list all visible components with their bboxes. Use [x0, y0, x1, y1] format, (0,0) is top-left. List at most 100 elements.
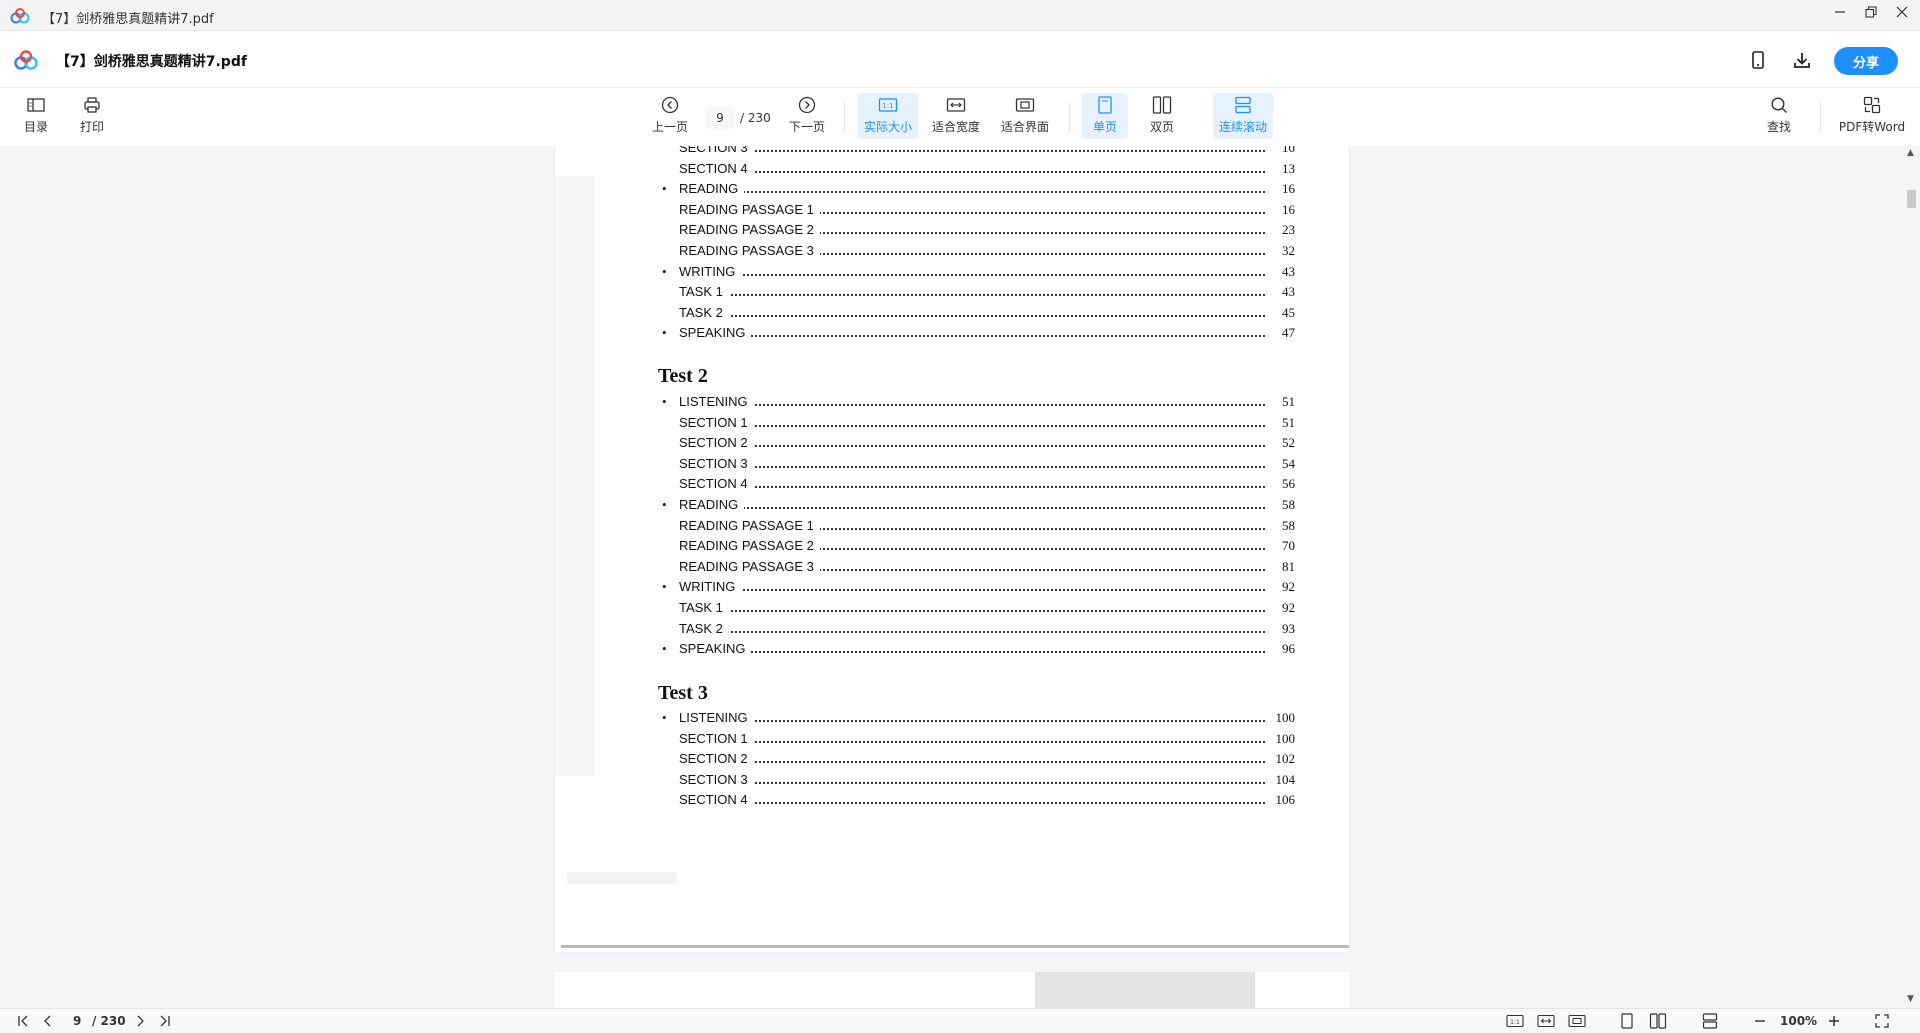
- page-edge-shadow: [561, 945, 1349, 948]
- pdf-to-word-button[interactable]: PDF转Word: [1836, 93, 1908, 139]
- download-button[interactable]: [1790, 48, 1814, 72]
- print-button[interactable]: 打印: [74, 93, 110, 139]
- status-fit-width-button[interactable]: [1537, 1013, 1555, 1029]
- svg-text:1:1: 1:1: [882, 102, 893, 110]
- scan-smudge: [1035, 972, 1255, 1008]
- app-logo-icon: [10, 8, 30, 24]
- prev-page-status-button[interactable]: [40, 1013, 56, 1029]
- document-header: 【7】剑桥雅思真题精讲7.pdf 分享: [0, 31, 1920, 88]
- toc-entry-page: 81: [1282, 558, 1295, 574]
- toc-row: TASK 2 45: [555, 304, 1349, 322]
- actual-size-label: 实际大小: [863, 120, 912, 134]
- close-window-button[interactable]: [1886, 0, 1918, 24]
- next-page-status-button[interactable]: [132, 1013, 148, 1029]
- last-page-button[interactable]: [156, 1013, 172, 1029]
- minimize-icon: [1835, 11, 1845, 13]
- toc-row: SECTION 4 56: [555, 476, 1349, 493]
- app-logo-icon: [14, 50, 38, 70]
- toc-entry-page: 102: [1275, 751, 1296, 767]
- find-label: 查找: [1766, 120, 1791, 134]
- status-fit-page-button[interactable]: [1568, 1013, 1586, 1029]
- status-current-page[interactable]: 9: [73, 1014, 81, 1028]
- toc-leader-dots: [679, 170, 1265, 173]
- document-viewer[interactable]: SECTION 3 10 SECTION 4 13 • READING 16 READING …: [0, 146, 1903, 1008]
- last-page-icon: [160, 1015, 170, 1027]
- fullscreen-button[interactable]: [1874, 1013, 1890, 1029]
- toc-row: SECTION 3 10: [555, 146, 1349, 157]
- status-single-page-button[interactable]: [1618, 1013, 1636, 1029]
- share-button[interactable]: 分享: [1834, 47, 1898, 75]
- toc-entry-label: READING PASSAGE 2: [679, 222, 820, 238]
- next-page-button[interactable]: 下一页: [785, 93, 829, 139]
- fit-width-button[interactable]: 适合宽度: [926, 93, 986, 139]
- toc-leader-dots: [679, 761, 1265, 764]
- svg-text:1:1: 1:1: [1510, 1019, 1520, 1026]
- fit-page-icon: [1015, 98, 1035, 112]
- bullet-icon: •: [662, 325, 667, 341]
- zoom-out-button[interactable]: [1752, 1013, 1768, 1029]
- continuous-scroll-icon: [1702, 1013, 1718, 1029]
- continuous-scroll-icon: [1235, 96, 1251, 114]
- two-page-button[interactable]: 双页: [1139, 93, 1185, 139]
- single-page-icon: [1098, 96, 1112, 114]
- toc-row: READING PASSAGE 2 70: [555, 538, 1349, 555]
- toc-entry-label: SECTION 4: [679, 792, 754, 808]
- scrollbar-thumb[interactable]: [1907, 190, 1916, 208]
- toc-entry-label: TASK 2: [679, 304, 729, 320]
- bullet-icon: •: [662, 497, 667, 512]
- toc-entry-label: READING PASSAGE 2: [679, 538, 820, 554]
- status-total-pages: / 230: [92, 1014, 126, 1028]
- pdf-page-next: [555, 972, 1349, 1008]
- zoom-in-button[interactable]: [1826, 1013, 1842, 1029]
- download-icon: [1794, 53, 1810, 68]
- toc-entry-page: 32: [1282, 243, 1295, 258]
- toc-entry-page: 100: [1275, 710, 1296, 725]
- toc-leader-dots: [679, 314, 1265, 317]
- mobile-view-button[interactable]: [1746, 48, 1770, 72]
- status-actual-size-button[interactable]: 1:1: [1506, 1013, 1524, 1029]
- scroll-up-icon[interactable]: ▲: [1907, 148, 1914, 158]
- toolbar-divider: [1820, 102, 1821, 132]
- vertical-scrollbar[interactable]: ▲ ▼: [1903, 146, 1920, 1008]
- status-continuous-button[interactable]: [1701, 1013, 1719, 1029]
- find-button[interactable]: 查找: [1761, 93, 1797, 139]
- restore-button[interactable]: [1855, 0, 1887, 24]
- page-number-input[interactable]: 9: [706, 107, 734, 129]
- actual-size-button[interactable]: 1:1 实际大小: [858, 93, 918, 139]
- continuous-scroll-button[interactable]: 连续滚动: [1213, 93, 1273, 139]
- toc-entry-page: 58: [1282, 517, 1295, 533]
- search-icon: [1771, 97, 1787, 113]
- scroll-down-icon[interactable]: ▼: [1907, 994, 1914, 1004]
- fullscreen-icon: [1875, 1014, 1889, 1028]
- fit-width-icon: [1537, 1014, 1555, 1028]
- toc-entry-label: TASK 1: [679, 284, 729, 300]
- toc-row: SECTION 4 106: [555, 792, 1349, 809]
- zoom-level[interactable]: 100%: [1780, 1014, 1817, 1028]
- toc-leader-dots: [679, 589, 1265, 592]
- phone-icon: [1752, 51, 1764, 69]
- page-number-box: 9 / 230: [706, 107, 776, 129]
- document-title: 【7】剑桥雅思真题精讲7.pdf: [56, 54, 247, 70]
- toc-entry-page: 43: [1282, 284, 1295, 300]
- toc-row: • LISTENING 100: [555, 710, 1349, 727]
- two-page-label: 双页: [1149, 120, 1174, 134]
- prev-page-button[interactable]: 上一页: [648, 93, 692, 139]
- first-page-button[interactable]: [16, 1013, 32, 1029]
- toc-entry-page: 54: [1282, 455, 1295, 471]
- toc-entry-label: SPEAKING: [679, 641, 752, 657]
- toc-label: 目录: [23, 120, 48, 134]
- bullet-icon: •: [662, 641, 667, 657]
- toc-row: TASK 1 43: [555, 284, 1349, 301]
- single-page-button[interactable]: 单页: [1082, 93, 1128, 139]
- toolbar-divider: [844, 102, 845, 132]
- toc-entry-page: 106: [1275, 792, 1296, 808]
- toc-entry-label: READING PASSAGE 1: [679, 201, 820, 217]
- toc-leader-dots: [679, 610, 1265, 612]
- minimize-button[interactable]: [1824, 0, 1856, 24]
- toc-leader-dots: [679, 630, 1265, 633]
- toc-leader-dots: [679, 465, 1265, 468]
- toc-button[interactable]: 目录: [18, 93, 54, 139]
- fit-page-button[interactable]: 适合界面: [995, 93, 1055, 139]
- status-two-page-button[interactable]: [1649, 1013, 1667, 1029]
- toc-entry-label: SECTION 4: [679, 160, 754, 176]
